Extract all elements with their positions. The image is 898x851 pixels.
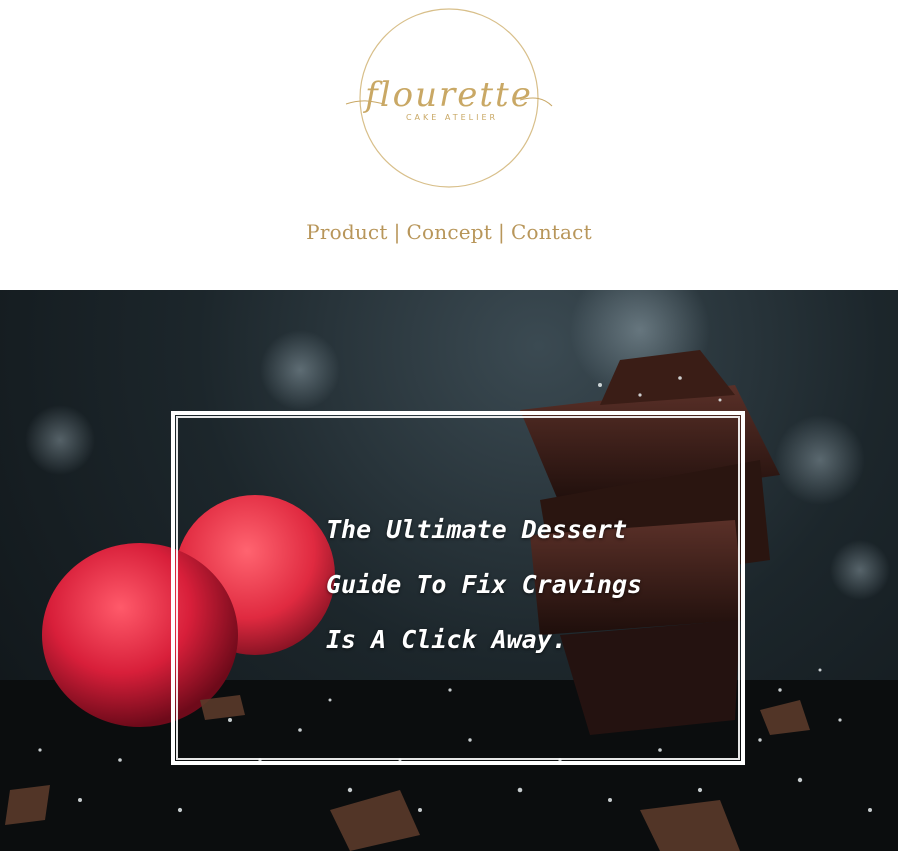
hero-banner: The Ultimate Dessert Guide To Fix Cravin… [0, 290, 898, 851]
svg-text:CAKE ATELIER: CAKE ATELIER [406, 113, 498, 122]
nav-link-concept[interactable]: Concept [407, 220, 493, 244]
headline-line: The Ultimate Dessert [326, 515, 628, 544]
nav-separator: | [393, 220, 401, 244]
nav-link-contact[interactable]: Contact [511, 220, 592, 244]
nav-separator: | [498, 220, 505, 244]
main-nav: Product | Concept | Contact [0, 220, 898, 244]
svg-text:flourette: flourette [362, 75, 533, 115]
nav-link-product[interactable]: Product [306, 220, 387, 244]
hero-headline: The Ultimate Dessert Guide To Fix Cravin… [326, 502, 706, 667]
site-header: flourette CAKE ATELIER Product | Concept | C… [0, 0, 898, 290]
headline-line: Is A Click Away. [326, 625, 567, 654]
headline-line: Guide To Fix Cravings [326, 570, 643, 599]
brand-logo[interactable]: flourette CAKE ATELIER [344, 6, 554, 192]
